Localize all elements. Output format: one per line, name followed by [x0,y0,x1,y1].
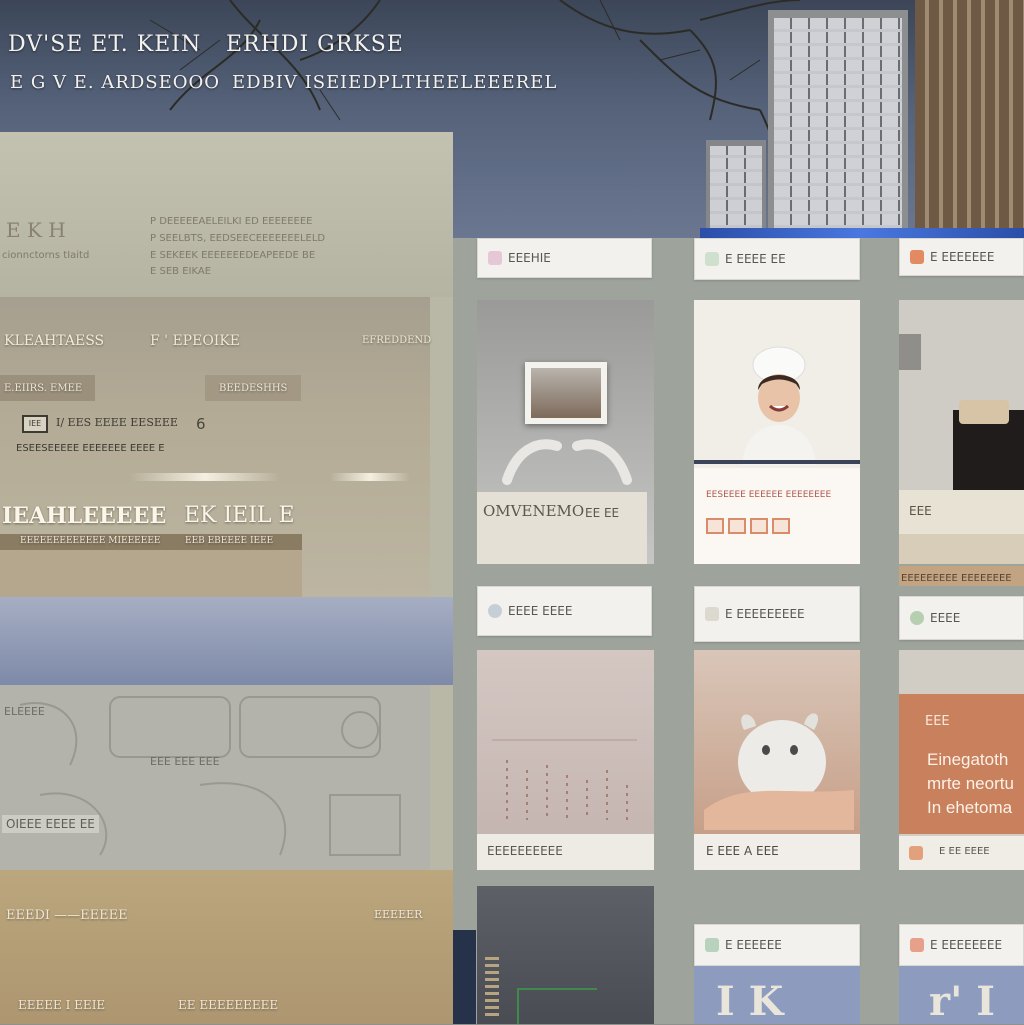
pin-icon [705,938,719,952]
card-2-thumbnail[interactable]: EESEEEE EEEEEE EEEEEEEE [694,300,860,564]
sketch-illustration [19,696,401,856]
card-1-header[interactable]: EEEHIE [477,238,652,278]
intro-title: E K H [6,218,66,242]
card-1-thumbnail[interactable]: OMVENEMO EE EE [477,300,654,564]
card-3-caption: EEE [899,490,1024,534]
footer-bottom-left: EEEEE I EEIE [18,998,106,1012]
feature-desc-line: ESEESEEEEE EEEEEEE EEEE E [16,443,165,454]
blue-divider-band [0,597,453,685]
feature-small-row: I/ EES EEEE EESEEE [56,416,178,429]
footer-right: EEEEER [374,908,423,921]
intro-desc-1: P DEEEEEAELEILKI ED EEEEEEEE [150,216,313,227]
ticker-strip [485,956,499,1016]
intro-desc-2: P SEELBTS, EEDSEECEEEEEEELELD [150,233,326,244]
card-3-strip: EEEEEEEEE EEEEEEEE [899,566,1024,586]
card-6-header[interactable]: EEEE [899,596,1024,640]
tab-right[interactable]: BEEDESHHS [205,375,301,401]
home-icon [705,252,719,266]
divider [694,460,860,464]
intro-section: E K H cionnctorns tIaitd P DEEEEEAELEILK… [0,132,453,297]
sketch-label-1: ELEEEE [4,705,45,718]
feature-count: 6 [196,415,206,433]
card-5-thumbnail[interactable]: E EEE A EEE [694,650,860,870]
intro-desc-4: E SEB EIKAE [150,266,212,277]
eye-icon [488,604,502,618]
header-line2-a: E G V E. ARDSEOOO [10,72,220,93]
card-3-underline [899,534,1024,564]
footer-section: EEEDI ——EEEEE EEEEER EEEEE I EEIE EE EEE… [0,870,453,1024]
feature-row-left: KLEAHTAESS [4,333,105,349]
card-6-thumbnail[interactable]: EEE Einegatoth mrte neortu In ehetoma E … [899,650,1024,870]
card-3-header[interactable]: E EEEEEEE [899,238,1024,276]
wall-fixture [899,334,921,370]
caption-left: EEEEEEEEEEEEE MIEEEEEE [20,536,161,546]
card-5-header[interactable]: E EEEEEEEEE [694,586,860,642]
items-cluster [959,400,1009,424]
hands-illustration [502,439,632,485]
card-9-thumbnail[interactable]: r' I [899,966,1024,1025]
feature-card[interactable]: KLEAHTAESS F ' EPEOIKE EFREDDEND E.EIIRS… [0,297,432,597]
person-portrait [742,346,816,465]
header-line2-b: EDBIV ISE [232,72,341,93]
photo-frame [525,362,607,424]
card-2-caption-box: EESEEEE EEEEEE EEEEEEEE [694,468,860,564]
header-line2-c: IEDPLTHEELEEEREL [340,72,558,93]
grid-icon [909,846,923,860]
blue-light-strip [700,228,1024,238]
sketch-label-3: OIEEE EEEE EE [2,815,99,833]
left-panel: E K H cionnctorns tIaitd P DEEEEEAELEILK… [0,132,453,1024]
header-line1-left: DV'SE ET. KEIN [8,32,202,57]
card-1-caption-box: OMVENEMO EE EE [477,492,647,564]
card-4-thumbnail[interactable]: EEEEEEEEEE [477,650,654,870]
feature-big-right: EK IEIL E [184,503,295,528]
brick-building [915,0,1024,236]
card-4-caption-box: EEEEEEEEEE [477,834,654,870]
tag-icon [488,251,502,265]
card-2-header[interactable]: E EEEE EE [694,238,860,280]
apartment-building-left [768,10,908,230]
tab-left[interactable]: E.EIIRS. EMEE [0,375,95,401]
apartment-building-small [706,140,766,230]
intro-subtitle: cionnctorns tIaitd [2,250,90,261]
card-7-thumbnail[interactable] [477,886,654,1024]
dark-edge [453,930,476,1024]
leaf-icon [910,611,924,625]
green-frame [517,988,597,1024]
chart-sketch [492,739,637,820]
plush-toy-illustration [704,713,854,830]
sketch-label-2: EEE EEE EEE [150,755,220,768]
header-line1-right: ERHDI GRKSE [226,32,404,57]
document-icon [705,607,719,621]
glare-line-2 [330,473,410,481]
card-6-caption-box: E EE EEEE [899,836,1024,870]
badge-icon: IEE [22,415,48,433]
sketch-section[interactable]: ELEEEE EEE EEE EEE OIEEE EEEE EE [0,685,430,870]
footer-left: EEEDI ——EEEEE [6,908,128,923]
caption-right: EEB EBEEEE IEEE [185,536,274,546]
feature-row-mid: F ' EPEOIKE [150,333,241,349]
card-8-header[interactable]: E EEEEEE [694,924,860,966]
card-9-header[interactable]: E EEEEEEEE [899,924,1024,966]
card-5-caption-box: E EEE A EEE [694,834,860,870]
arrow-icon [910,938,924,952]
intro-desc-3: E SEKEEK EEEEEEEDEAPEEDE BE [150,250,316,261]
card-8-thumbnail[interactable]: I K [694,966,860,1025]
flag-icon [910,250,924,264]
caption-base [0,550,302,597]
chip-row [706,518,794,538]
feature-row-right: EFREDDEND [362,335,432,346]
card-3-thumbnail[interactable] [899,300,1024,490]
card-4-header[interactable]: EEEE EEEE [477,586,652,636]
footer-bottom-right: EE EEEEEEEEE [178,998,279,1012]
terracotta-panel: EEE Einegatoth mrte neortu In ehetoma [899,694,1024,834]
feature-big-left: IEAHLEEEEE [2,503,167,529]
glare-line [130,473,280,481]
